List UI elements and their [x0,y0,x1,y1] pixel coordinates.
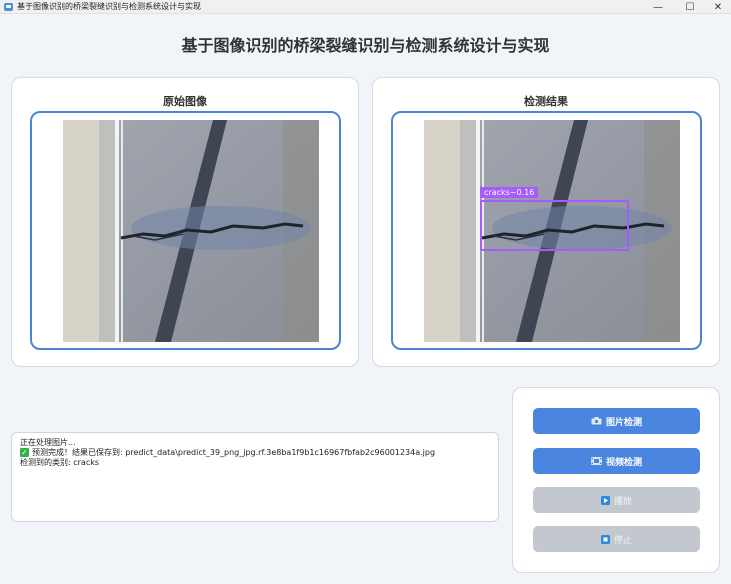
image-detect-button[interactable]: 图片检测 [533,408,700,434]
log-line: ✓ 预测完成！结果已保存到: predict_data\predict_39_pn… [20,448,490,458]
log-line: 正在处理图片... [20,438,76,447]
original-image-panel: 原始图像 [11,77,359,367]
close-button[interactable]: ✕ [703,0,731,14]
app-icon [4,2,13,11]
checkmark-icon: ✓ [20,448,29,457]
status-log: 正在处理图片... ✓ 预测完成！结果已保存到: predict_data\pre… [11,432,499,522]
stop-icon [600,534,610,544]
original-image-title: 原始图像 [163,95,207,108]
play-icon [600,495,610,505]
original-image-frame [30,111,341,350]
stop-button[interactable]: 停止 [533,526,700,552]
detection-result-panel: 检测结果 cracks~0.16 [372,77,720,367]
detection-label: cracks~0.16 [480,187,539,198]
result-bridge-photo: cracks~0.16 [424,120,680,342]
camera-icon [591,417,602,425]
log-line-text: 预测完成！结果已保存到: predict_data\predict_39_png… [32,448,436,457]
detection-result-title: 检测结果 [524,95,568,108]
page-title: 基于图像识别的桥梁裂缝识别与检测系统设计与实现 [181,36,550,55]
video-detect-button[interactable]: 视频检测 [533,448,700,474]
control-panel: 图片检测 视频检测 播放 停止 [512,387,720,573]
detection-bounding-box [480,200,629,251]
result-image-frame: cracks~0.16 [391,111,702,350]
video-detect-label: 视频检测 [605,457,642,468]
film-icon [590,457,602,465]
minimize-button[interactable]: — [643,0,673,14]
image-detect-label: 图片检测 [605,417,642,428]
stop-label: 停止 [613,535,632,546]
play-button[interactable]: 播放 [533,487,700,513]
original-bridge-photo [63,120,319,342]
maximize-button[interactable]: ☐ [675,0,705,14]
window-title: 基于图像识别的桥梁裂缝识别与检测系统设计与实现 [17,2,201,11]
window-titlebar: 基于图像识别的桥梁裂缝识别与检测系统设计与实现 — ☐ ✕ [0,0,731,14]
play-label: 播放 [613,496,632,507]
log-line: 检测到的类别: cracks [20,458,100,467]
